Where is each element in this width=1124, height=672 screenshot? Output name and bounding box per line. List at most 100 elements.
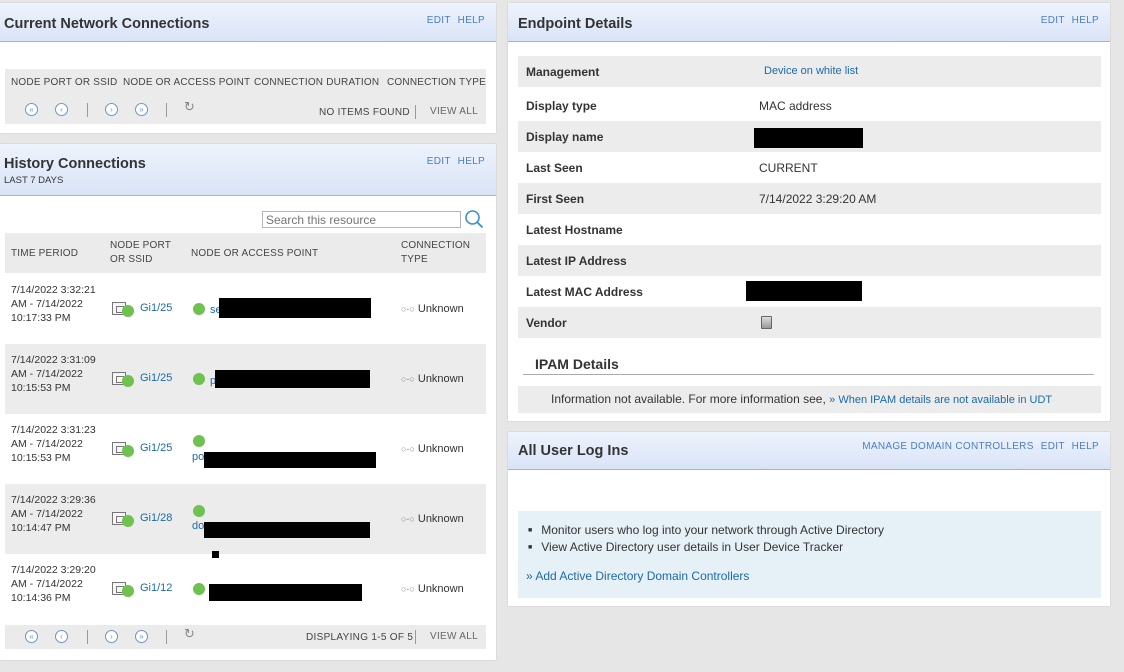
port-link[interactable]: Gi1/25 (140, 442, 172, 454)
user-logins-info: Monitor users who log into your network … (518, 511, 1101, 598)
detail-label: Management (526, 65, 600, 79)
ipam-section-title: IPAM Details (535, 356, 619, 372)
table-row[interactable]: 7/14/2022 3:29:20 AM - 7/14/2022 10:14:3… (5, 554, 486, 624)
refresh-icon[interactable]: ↻ (184, 626, 195, 642)
view-all-link[interactable]: VIEW ALL (430, 631, 478, 642)
column-header-time[interactable]: TIME PERIOD (11, 247, 78, 261)
divider (523, 374, 1094, 375)
table-header: NODE PORT OR SSID NODE OR ACCESS POINT C… (5, 69, 486, 124)
next-page-button[interactable]: › (105, 630, 118, 643)
node-link[interactable]: do (192, 520, 204, 532)
prev-page-button[interactable]: ‹ (55, 630, 68, 643)
status-dot (122, 445, 134, 457)
next-page-button[interactable]: › (105, 103, 118, 116)
time-period: 7/14/2022 3:32:21 AM - 7/14/2022 10:17:3… (11, 284, 96, 324)
table-row[interactable]: 7/14/2022 3:31:23 AM - 7/14/2022 10:15:5… (5, 414, 486, 484)
table-row[interactable]: 7/14/2022 3:32:21 AM - 7/14/2022 10:17:3… (5, 274, 486, 344)
port-link[interactable]: Gi1/25 (140, 372, 172, 384)
detail-row-management: Management Device on white list (518, 56, 1101, 87)
pager-status: NO ITEMS FOUND (319, 107, 410, 118)
detail-value: CURRENT (759, 161, 818, 175)
current-connections-panel: Current Network Connections EDIT HELP NO… (0, 3, 496, 133)
status-dot (193, 435, 205, 447)
connection-type: ○-○ Unknown (401, 303, 464, 315)
edit-link[interactable]: EDIT (427, 15, 451, 26)
connection-type: ○-○ Unknown (401, 443, 464, 455)
connection-type: ○-○ Unknown (401, 583, 464, 595)
refresh-icon[interactable]: ↻ (184, 99, 195, 115)
vendor-icon (761, 316, 772, 329)
connection-type: ○-○ Unknown (401, 373, 464, 385)
edit-link[interactable]: EDIT (427, 156, 451, 167)
detail-row-last-seen: Last Seen CURRENT (518, 152, 1101, 183)
table-row[interactable]: 7/14/2022 3:31:09 AM - 7/14/2022 10:15:5… (5, 344, 486, 414)
edit-link[interactable]: EDIT (1041, 441, 1065, 452)
divider (166, 630, 167, 644)
status-dot (122, 375, 134, 387)
status-dot (193, 505, 205, 517)
detail-row-vendor: Vendor (518, 307, 1101, 338)
status-dot (122, 515, 134, 527)
help-link[interactable]: HELP (1072, 441, 1099, 452)
ipam-info-text: Information not available. For more info… (551, 392, 826, 406)
port-link[interactable]: Gi1/12 (140, 582, 172, 594)
ipam-help-link[interactable]: » When IPAM details are not available in… (829, 394, 1052, 406)
info-bullet: View Active Directory user details in Us… (528, 540, 843, 554)
search-input[interactable] (262, 211, 461, 228)
column-header[interactable]: CONNECTION DURATION (254, 76, 379, 90)
user-logins-panel: All User Log Ins MANAGE DOMAIN CONTROLLE… (508, 432, 1110, 606)
help-link[interactable]: HELP (458, 15, 485, 26)
node-link[interactable]: po (192, 451, 204, 463)
connection-type: ○-○ Unknown (401, 513, 464, 525)
first-page-button[interactable]: « (25, 630, 38, 643)
status-dot (122, 585, 134, 597)
column-header[interactable]: NODE PORT OR SSID (11, 76, 117, 90)
whitelist-link[interactable]: Device on white list (764, 65, 858, 77)
panel-title: Endpoint Details (518, 16, 633, 32)
detail-row-first-seen: First Seen 7/14/2022 3:29:20 AM (518, 183, 1101, 214)
manage-domain-controllers-link[interactable]: MANAGE DOMAIN CONTROLLERS (862, 441, 1033, 452)
prev-page-button[interactable]: ‹ (55, 103, 68, 116)
column-header-port[interactable]: NODE PORT OR SSID (110, 239, 180, 267)
detail-label: Display type (526, 99, 597, 113)
column-header[interactable]: NODE OR ACCESS POINT (123, 76, 250, 90)
panel-title: All User Log Ins (518, 443, 629, 459)
view-all-link[interactable]: VIEW ALL (430, 106, 478, 117)
panel-header: Current Network Connections EDIT HELP (0, 3, 496, 42)
table-row[interactable]: 7/14/2022 3:29:36 AM - 7/14/2022 10:14:4… (5, 484, 486, 554)
detail-value: MAC address (759, 99, 832, 113)
column-header-type[interactable]: CONNECTION TYPE (401, 239, 476, 267)
add-domain-controllers-link[interactable]: » Add Active Directory Domain Controller… (526, 569, 749, 583)
port-link[interactable]: Gi1/25 (140, 302, 172, 314)
panel-actions: EDIT HELP (423, 156, 485, 167)
port-link[interactable]: Gi1/28 (140, 512, 172, 524)
detail-value: 7/14/2022 3:29:20 AM (759, 192, 877, 206)
last-page-button[interactable]: » (135, 103, 148, 116)
detail-row-display-name: Display name (518, 121, 1101, 152)
first-page-button[interactable]: « (25, 103, 38, 116)
column-header-node[interactable]: NODE OR ACCESS POINT (191, 247, 318, 261)
help-link[interactable]: HELP (458, 156, 485, 167)
redacted-value (754, 128, 863, 148)
panel-header: All User Log Ins MANAGE DOMAIN CONTROLLE… (508, 432, 1110, 470)
endpoint-details-panel: Endpoint Details EDIT HELP Management De… (508, 3, 1110, 421)
detail-label: First Seen (526, 192, 585, 206)
panel-title: Current Network Connections (4, 16, 210, 32)
column-header[interactable]: CONNECTION TYPE (387, 76, 486, 90)
panel-title: History Connections (4, 156, 146, 172)
chain-icon: ○-○ (401, 584, 415, 594)
detail-label: Latest Hostname (526, 223, 623, 237)
redacted-node-name (204, 452, 376, 468)
search-icon[interactable] (464, 209, 484, 229)
divider (87, 630, 88, 644)
last-page-button[interactable]: » (135, 630, 148, 643)
redacted-value (746, 281, 862, 301)
help-link[interactable]: HELP (1072, 15, 1099, 26)
edit-link[interactable]: EDIT (1041, 15, 1065, 26)
chain-icon: ○-○ (401, 444, 415, 454)
divider (166, 103, 167, 117)
info-bullet: Monitor users who log into your network … (528, 523, 884, 537)
pager-status: DISPLAYING 1-5 OF 5 (306, 632, 414, 643)
status-dot (193, 303, 205, 315)
status-dot (122, 305, 134, 317)
